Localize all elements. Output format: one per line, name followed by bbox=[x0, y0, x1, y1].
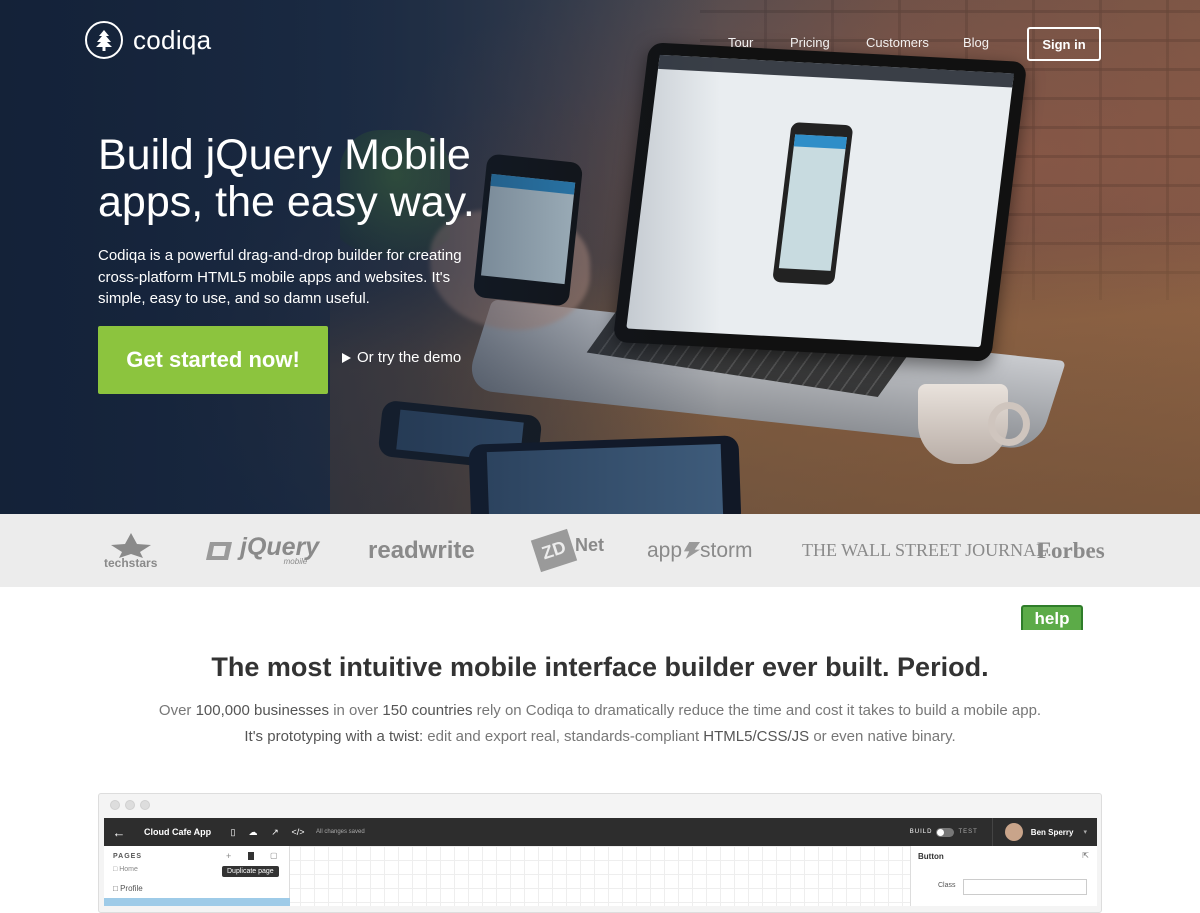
app-name: Cloud Cafe App bbox=[144, 827, 212, 837]
export-icon[interactable]: ↗ bbox=[264, 827, 286, 838]
sign-in-button[interactable]: Sign in bbox=[1027, 27, 1101, 61]
add-page-icon[interactable]: + bbox=[226, 851, 231, 861]
press-logos-strip: techstars jQuery mobile readwrite ZD Net… bbox=[0, 514, 1200, 587]
jquery-mobile-logo: jQuery mobile bbox=[206, 514, 319, 587]
page-item-selected[interactable] bbox=[104, 898, 290, 906]
star-icon bbox=[110, 532, 151, 558]
section-paragraph-1: Over 100,000 businesses in over 150 coun… bbox=[158, 702, 1042, 719]
wsj-logo: THE WALL STREET JOURNAL. bbox=[802, 540, 1052, 560]
pages-label: PAGES bbox=[113, 853, 142, 860]
duplicate-page-tooltip: Duplicate page bbox=[222, 866, 279, 877]
expand-icon[interactable]: ⇱ bbox=[1082, 851, 1089, 860]
class-input[interactable] bbox=[963, 879, 1087, 895]
avatar bbox=[1004, 823, 1023, 841]
brand-name: codiqa bbox=[133, 24, 212, 55]
window-dots bbox=[110, 800, 150, 810]
nav-blog[interactable]: Blog bbox=[963, 35, 989, 50]
bolt-icon bbox=[683, 542, 701, 559]
section-paragraph-2: It's prototyping with a twist: edit and … bbox=[244, 728, 956, 745]
techstars-logo: techstars bbox=[104, 514, 157, 587]
zdnet-logo: ZD Net bbox=[530, 514, 604, 587]
headline-line-1: Build jQuery Mobile bbox=[98, 131, 471, 179]
page-item-profile[interactable]: □ Profile bbox=[113, 884, 143, 893]
help-tab[interactable]: help bbox=[1021, 605, 1083, 630]
jquery-mark-icon bbox=[206, 541, 232, 560]
device-icon[interactable]: ▯ bbox=[224, 827, 242, 838]
hero-subtext: Codiqa is a powerful drag-and-drop build… bbox=[98, 247, 462, 307]
build-test-toggle[interactable] bbox=[936, 827, 955, 837]
forbes-logo: Forbes bbox=[1037, 537, 1105, 563]
tree-logo-icon bbox=[85, 21, 123, 59]
build-label: BUILD bbox=[909, 829, 933, 835]
page-icon: □ bbox=[113, 866, 118, 873]
save-status: All changes saved bbox=[316, 829, 365, 835]
test-label: TEST bbox=[958, 829, 978, 835]
play-icon bbox=[342, 352, 351, 363]
properties-panel: Button ⇱ Class bbox=[910, 846, 1097, 906]
cloud-icon[interactable]: ☁ bbox=[242, 827, 264, 838]
appstorm-logo: app storm bbox=[647, 538, 753, 562]
try-demo-link[interactable]: Or try the demo bbox=[342, 349, 461, 366]
nav-customers[interactable]: Customers bbox=[866, 35, 929, 50]
nav-pricing[interactable]: Pricing bbox=[790, 35, 830, 50]
class-label: Class bbox=[938, 882, 956, 889]
get-started-button[interactable]: Get started now! bbox=[98, 326, 328, 394]
nav-tour[interactable]: Tour bbox=[728, 35, 753, 50]
delete-page-icon[interactable]: ▢ bbox=[270, 851, 278, 860]
headline-line-2: apps, the easy way. bbox=[98, 178, 475, 226]
chevron-down-icon[interactable]: ▾ bbox=[1083, 828, 1087, 836]
duplicate-page-icon[interactable] bbox=[248, 852, 254, 860]
section-title: The most intuitive mobile interface buil… bbox=[211, 652, 989, 682]
hero-headline: Build jQuery Mobile apps, the easy way. bbox=[98, 132, 558, 226]
demo-link-label: Or try the demo bbox=[357, 349, 462, 366]
user-name[interactable]: Ben Sperry bbox=[1031, 828, 1074, 837]
page-icon: □ bbox=[113, 884, 118, 893]
app-toolbar: ← Cloud Cafe App ▯ ☁ ↗ </> All changes s… bbox=[104, 818, 1097, 846]
back-arrow-icon[interactable]: ← bbox=[104, 825, 134, 840]
codiqa-logo[interactable]: codiqa bbox=[85, 21, 211, 59]
readwrite-logo: readwrite bbox=[368, 536, 475, 564]
page-item-home[interactable]: □ Home bbox=[113, 866, 138, 873]
panel-title: Button bbox=[918, 852, 944, 861]
code-icon[interactable]: </> bbox=[286, 827, 310, 837]
